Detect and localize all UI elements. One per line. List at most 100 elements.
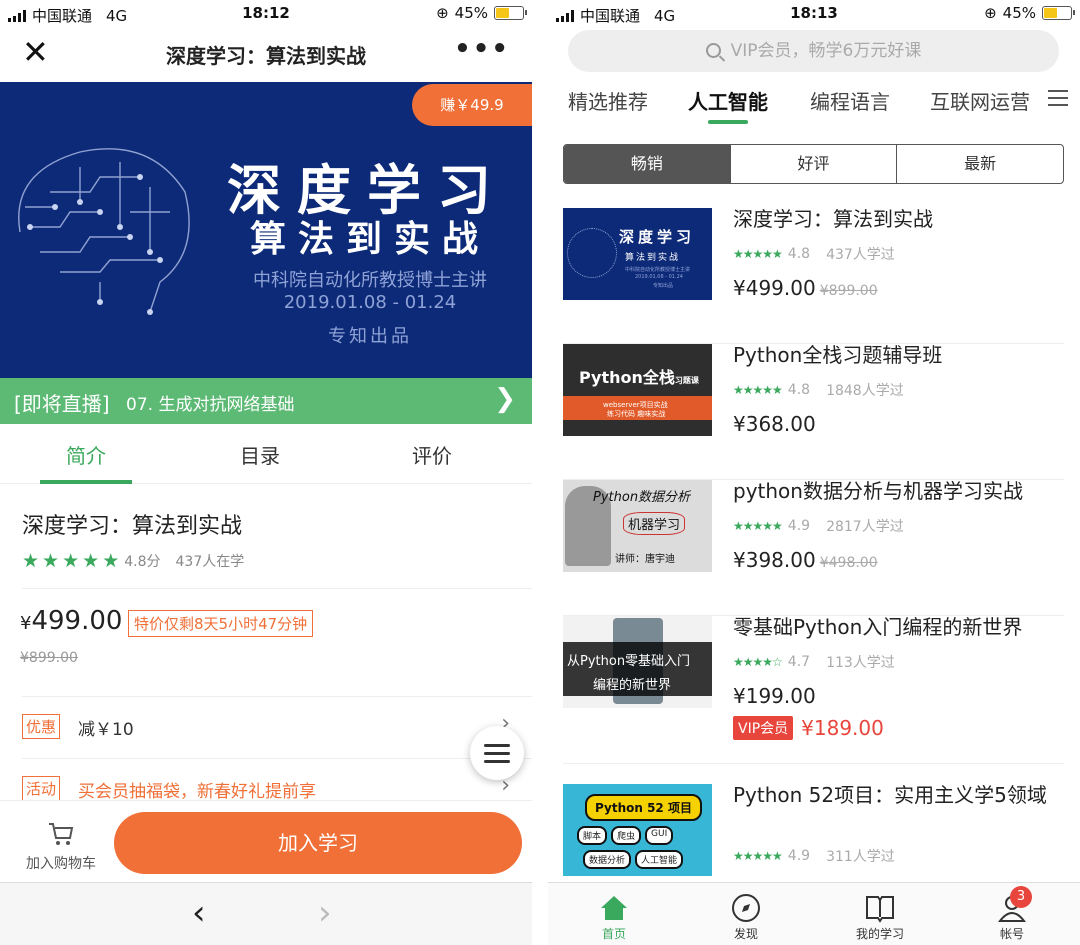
list-item[interactable]: Python数据分析 机器学习 讲师：唐宇迪 python数据分析与机器学习实战…	[563, 479, 1064, 616]
star-icon: ★	[82, 550, 100, 572]
battery-percent: 45%	[454, 4, 488, 22]
back-icon[interactable]: ‹	[192, 893, 206, 933]
course-price: ¥368.00	[733, 412, 816, 436]
course-price: ¥499.00	[20, 606, 122, 636]
battery-icon	[494, 6, 527, 20]
join-study-button[interactable]: 加入学习	[114, 812, 522, 874]
course-list-screen: 中国联通 4G 18:13 ⊕ 45% VIP会员，畅学6万元好课 精选推荐 人工智…	[548, 0, 1080, 945]
star-rating-icon: ★★★★★	[733, 849, 783, 863]
promo-text: 减￥10	[78, 720, 134, 740]
search-placeholder: VIP会员，畅学6万元好课	[730, 41, 922, 61]
tab-intro[interactable]: 简介	[26, 440, 146, 469]
course-rating: ★★★★★ 4.9 2817人学过	[733, 518, 904, 535]
more-icon[interactable]: •••	[454, 34, 510, 64]
original-price: ¥899.00	[20, 650, 78, 666]
forward-icon[interactable]: ›	[318, 893, 332, 933]
tab-home[interactable]: 首页	[574, 891, 654, 942]
list-item[interactable]: 深度学习 算法到实战 中科院自动化所教授博士主讲 2019.01.08 - 01…	[563, 207, 1064, 344]
course-title: Python全栈习题辅导班	[733, 343, 943, 367]
bottom-tab-bar: 首页 发现 我的学习 帐号	[548, 882, 1080, 945]
detail-tabs: 简介 目录 评价	[0, 424, 532, 484]
star-rating-icon: ★★★★★	[733, 247, 783, 261]
list-item[interactable]: 从Python零基础入门 编程的新世界 零基础Python入门编程的新世界 ★★…	[563, 615, 1064, 764]
tab-internet-ops[interactable]: 互联网运营	[930, 86, 1030, 115]
compass-icon	[732, 894, 760, 922]
category-tabs: 精选推荐 人工智能 编程语言 互联网运营	[548, 86, 1080, 126]
tab-my-learning[interactable]: 我的学习	[840, 891, 920, 942]
battery-icon	[1042, 6, 1075, 20]
course-rating: ★★★★★ 4.9 311人学过	[733, 848, 895, 865]
course-detail-screen: 中国联通 4G 18:12 ⊕ 45% ✕ 深度学习：算法到实战 ••• 赚￥49.…	[0, 0, 532, 945]
orientation-lock-icon: ⊕	[436, 4, 449, 22]
tab-programming[interactable]: 编程语言	[810, 86, 890, 115]
course-title: Python 52项目：实用主义学5领域	[733, 783, 1047, 807]
currency-symbol: ¥	[20, 613, 32, 634]
course-price: ¥499.00 ¥899.00	[733, 276, 878, 300]
search-icon	[705, 43, 721, 58]
divider	[22, 588, 532, 589]
rating-row: ★ ★ ★ ★ ★ 4.8分 437人在学	[22, 550, 244, 572]
banner-dates: 2019.01.08 - 01.24	[283, 292, 457, 313]
active-tab-indicator	[40, 480, 132, 484]
star-icon: ★	[62, 550, 80, 572]
sort-newest[interactable]: 最新	[896, 145, 1063, 183]
sort-bestseller[interactable]: 畅销	[564, 145, 730, 183]
divider	[22, 758, 532, 759]
banner-lecturer: 中科院自动化所教授博士主讲	[253, 270, 487, 291]
search-input[interactable]: VIP会员，畅学6万元好课	[568, 30, 1059, 72]
star-icon: ★	[22, 550, 40, 572]
sort-top-rated[interactable]: 好评	[729, 145, 897, 183]
course-price: ¥199.00	[733, 684, 816, 708]
orientation-lock-icon: ⊕	[984, 4, 997, 22]
tab-reviews[interactable]: 评价	[372, 440, 492, 469]
status-bar: 中国联通 4G 18:13 ⊕ 45%	[548, 0, 1080, 28]
tab-discover[interactable]: 发现	[706, 891, 786, 942]
list-menu-icon[interactable]	[470, 726, 524, 780]
course-thumbnail: 从Python零基础入门 编程的新世界	[563, 616, 712, 708]
tab-featured[interactable]: 精选推荐	[568, 86, 648, 115]
course-rating: ★★★★★ 4.8 1848人学过	[733, 382, 904, 399]
countdown-badge: 特价仅剩8天5小时47分钟	[128, 610, 314, 637]
tab-catalog[interactable]: 目录	[200, 440, 320, 469]
page-title: 深度学习：算法到实战	[166, 44, 366, 68]
upcoming-live-bar[interactable]: [即将直播] 07. 生成对抗网络基础 ❯	[0, 378, 532, 424]
cart-icon	[49, 823, 74, 845]
tab-ai[interactable]: 人工智能	[688, 86, 768, 115]
live-title: 07. 生成对抗网络基础	[126, 395, 295, 415]
star-rating-icon: ★★★★☆	[733, 655, 783, 669]
nav-bar: ✕ 深度学习：算法到实战 •••	[0, 28, 532, 82]
vip-price: VIP会员 ¥189.00	[733, 716, 884, 740]
promo-row[interactable]: 优惠 减￥10 ›	[22, 706, 532, 746]
bottom-action-bar: 加入购物车 加入学习	[0, 800, 532, 882]
course-thumbnail: Python 52 项目 脚本 爬虫 GUI 数据分析 人工智能	[563, 784, 712, 876]
hamburger-menu-icon[interactable]	[1048, 90, 1068, 106]
battery-percent: 45%	[1002, 4, 1036, 22]
vip-badge: VIP会员	[733, 716, 794, 740]
course-thumbnail: 深度学习 算法到实战 中科院自动化所教授博士主讲 2019.01.08 - 01…	[563, 208, 712, 300]
star-icon: ★	[102, 550, 120, 572]
brain-circuit-graphic	[18, 148, 190, 315]
earn-badge[interactable]: 赚￥49.9	[412, 84, 532, 126]
course-price: ¥398.00 ¥498.00	[733, 548, 878, 572]
activity-text: 买会员抽福袋，新春好礼提前享	[78, 782, 316, 802]
sort-segmented-control: 畅销 好评 最新	[563, 144, 1064, 184]
course-thumbnail: Python数据分析 机器学习 讲师：唐宇迪	[563, 480, 712, 572]
home-icon	[601, 896, 627, 920]
course-title: 深度学习：算法到实战	[22, 514, 243, 539]
notification-badge: 3	[1010, 886, 1032, 908]
add-to-cart-label: 加入购物车	[26, 856, 96, 872]
list-item[interactable]: Python全栈习题课 webserver项目实战 练习代码 趣味实战 Pyth…	[563, 343, 1064, 480]
screenshot-divider	[532, 0, 548, 945]
status-bar: 中国联通 4G 18:12 ⊕ 45%	[0, 0, 532, 28]
vip-price-value: ¥189.00	[801, 716, 884, 740]
promo-label: 优惠	[22, 714, 61, 739]
add-to-cart-button[interactable]: 加入购物车	[16, 819, 106, 873]
course-banner: 赚￥49.9 深度学习 算法到实战 中科院自动化所教授博士主讲 2019.01.…	[0, 82, 532, 378]
course-rating: ★★★★☆ 4.7 113人学过	[733, 654, 895, 671]
star-icon: ★	[42, 550, 60, 572]
star-rating-icon: ★★★★★	[733, 383, 783, 397]
course-title: 零基础Python入门编程的新世界	[733, 615, 1023, 639]
rating-score: 4.8分	[124, 554, 161, 570]
banner-subtitle: 算法到实战	[249, 219, 490, 260]
active-tab-indicator	[708, 120, 748, 124]
